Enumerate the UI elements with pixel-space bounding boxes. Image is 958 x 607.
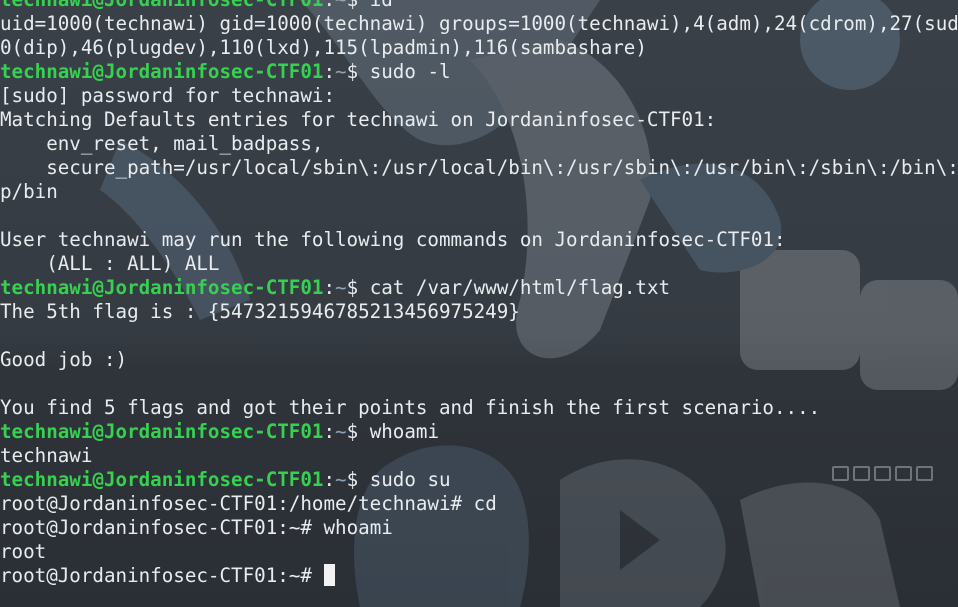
command-text: sudo -l: [369, 60, 451, 83]
output-line: Good job :): [0, 348, 958, 372]
prompt-line: technawi@Jordaninfosec-CTF01:~$ whoami: [0, 420, 958, 444]
output-line: (ALL : ALL) ALL: [0, 252, 958, 276]
command-text: cat /var/www/html/flag.txt: [369, 276, 671, 299]
prompt-user-host: technawi@Jordaninfosec-CTF01: [0, 0, 323, 11]
output-line: Matching Defaults entries for technawi o…: [0, 108, 958, 132]
prompt-symbol: $: [347, 0, 359, 11]
output-text: env_reset, mail_badpass,: [0, 132, 324, 155]
prompt-symbol: $: [346, 60, 359, 83]
root-host: root@Jordaninfosec-CTF01: [0, 516, 278, 539]
command-text: cd: [473, 492, 497, 515]
root-path: /home/technawi: [288, 492, 451, 515]
output-text: technawi: [0, 444, 93, 467]
output-text: [sudo] password for technawi:: [0, 84, 336, 107]
prompt-user-host: technawi@Jordaninfosec-CTF01: [0, 468, 324, 491]
command-text: id: [370, 0, 393, 11]
output-text: root: [0, 540, 47, 563]
output-line: technawi: [0, 444, 958, 468]
prompt-line: technawi@Jordaninfosec-CTF01:~$ sudo su: [0, 468, 958, 492]
output-text: secure_path=/usr/local/sbin\:/usr/local/…: [0, 156, 958, 179]
output-line: root: [0, 540, 958, 564]
output-text: Matching Defaults entries for technawi o…: [0, 108, 717, 131]
root-path: ~: [288, 516, 301, 539]
terminal-window[interactable]: technawi@Jordaninfosec-CTF01:~$ iduid=10…: [0, 0, 958, 607]
output-text: The 5th flag is : {547321594678521345697…: [0, 300, 520, 323]
prompt-line: technawi@Jordaninfosec-CTF01:~$ cat /var…: [0, 276, 958, 300]
prompt-user-host: technawi@Jordaninfosec-CTF01: [0, 420, 324, 443]
prompt-line: technawi@Jordaninfosec-CTF01:~$ sudo -l: [0, 60, 958, 84]
output-text: 0(dip),46(plugdev),110(lxd),115(lpadmin)…: [0, 36, 647, 59]
prompt-symbol: $: [346, 276, 359, 299]
output-line: The 5th flag is : {547321594678521345697…: [0, 300, 958, 324]
root-prompt-line: root@Jordaninfosec-CTF01:/home/technawi#…: [0, 492, 497, 515]
output-line: uid=1000(technawi) gid=1000(technawi) gr…: [0, 12, 958, 36]
output-line: env_reset, mail_badpass,: [0, 132, 958, 156]
prompt-colon: :: [323, 468, 336, 491]
output-line: secure_path=/usr/local/sbin\:/usr/local/…: [0, 156, 958, 180]
root-host: root@Jordaninfosec-CTF01: [0, 492, 278, 515]
prompt-path: ~: [335, 468, 347, 491]
output-text: p/bin: [0, 180, 58, 203]
command-text: sudo su: [369, 468, 451, 491]
output-text: Good job :): [0, 348, 128, 371]
prompt-symbol: $: [346, 468, 359, 491]
root-prompt-line: root@Jordaninfosec-CTF01:~#: [0, 564, 958, 588]
prompt-colon: :: [323, 0, 335, 11]
output-text: uid=1000(technawi) gid=1000(technawi) gr…: [0, 12, 958, 35]
command-text: whoami: [369, 420, 440, 443]
root-symbol: #: [450, 492, 463, 515]
prompt-user-host: technawi@Jordaninfosec-CTF01: [0, 276, 324, 299]
output-line: 0(dip),46(plugdev),110(lxd),115(lpadmin)…: [0, 36, 958, 60]
output-line: p/bin: [0, 180, 958, 204]
output-text: You find 5 flags and got their points an…: [0, 396, 821, 419]
prompt-path: ~: [335, 0, 347, 11]
prompt-colon: :: [323, 276, 336, 299]
prompt-colon: :: [323, 420, 336, 443]
output-line: User technawi may run the following comm…: [0, 228, 958, 252]
root-symbol: #: [300, 564, 312, 587]
root-host: root@Jordaninfosec-CTF01: [0, 564, 278, 587]
prompt-path: ~: [335, 60, 347, 83]
prompt-line: technawi@Jordaninfosec-CTF01:~$ id: [0, 0, 958, 12]
prompt-path: ~: [335, 276, 347, 299]
root-prompt-line: root@Jordaninfosec-CTF01:~# whoami: [0, 516, 393, 539]
prompt-symbol: $: [346, 420, 359, 443]
output-text: User technawi may run the following comm…: [0, 228, 786, 251]
output-line: [sudo] password for technawi:: [0, 84, 958, 108]
output-line: You find 5 flags and got their points an…: [0, 396, 958, 420]
output-text: (ALL : ALL) ALL: [0, 252, 220, 275]
text-cursor[interactable]: [323, 564, 335, 586]
command-text: whoami: [323, 516, 393, 539]
prompt-user-host: technawi@Jordaninfosec-CTF01: [0, 60, 324, 83]
terminal-output[interactable]: technawi@Jordaninfosec-CTF01:~$ iduid=10…: [0, 0, 958, 588]
root-path: ~: [288, 564, 301, 587]
prompt-path: ~: [335, 420, 347, 443]
prompt-colon: :: [323, 60, 336, 83]
root-symbol: #: [300, 516, 312, 539]
